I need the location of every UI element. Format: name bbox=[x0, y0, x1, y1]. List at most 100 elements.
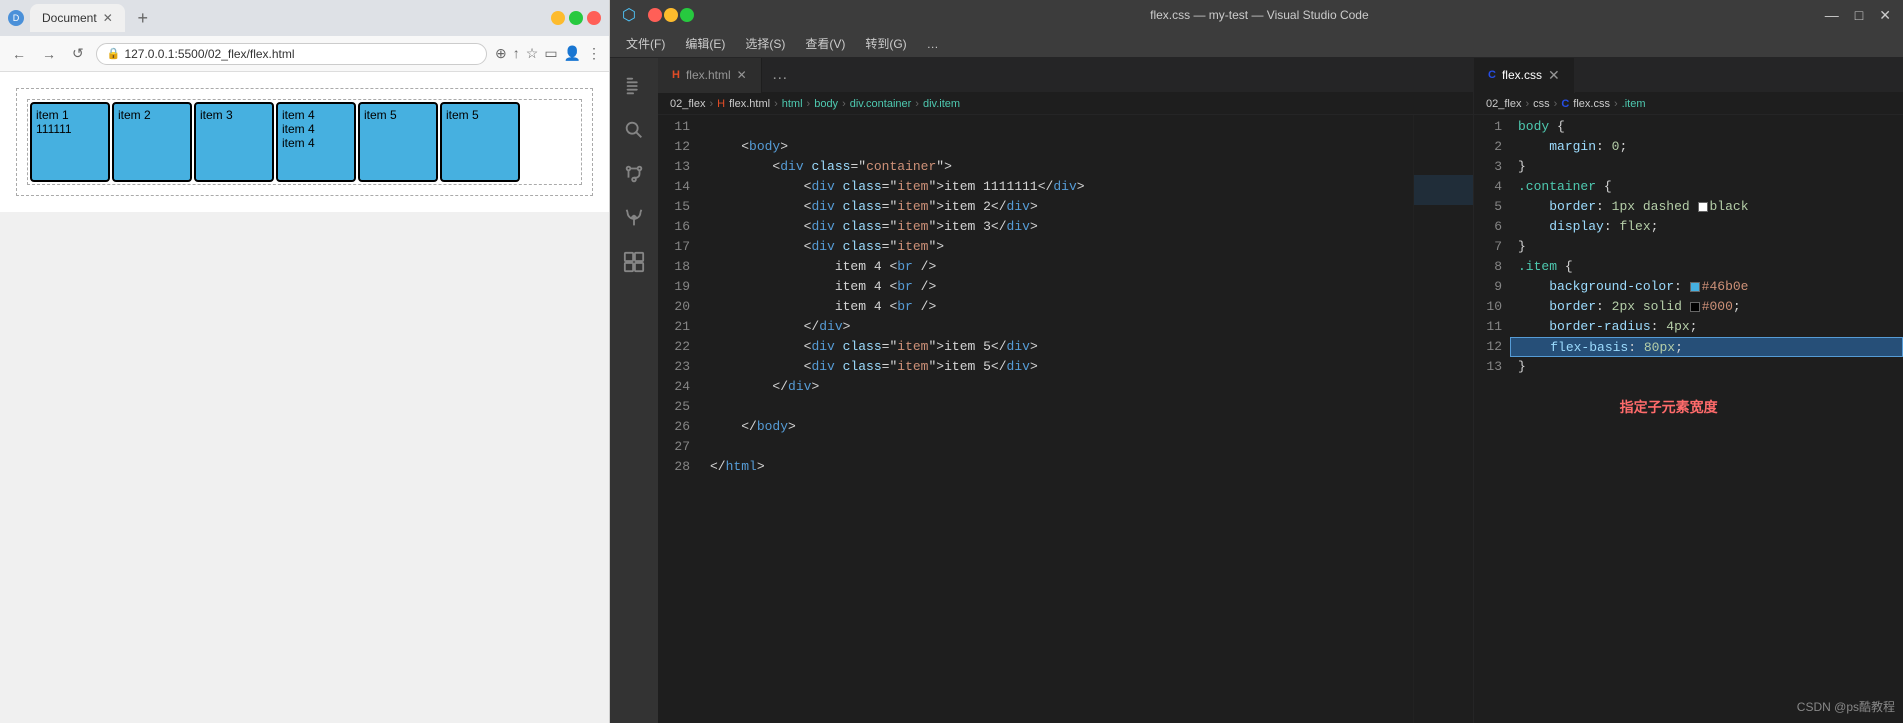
css-code-content[interactable]: body { margin: 0; } .container { border:… bbox=[1510, 115, 1903, 723]
menu-select[interactable]: 选择(S) bbox=[737, 32, 793, 55]
css-tab-icon: C bbox=[1488, 69, 1496, 81]
menu-view[interactable]: 查看(V) bbox=[797, 32, 853, 55]
css-line-5: border: 1px dashed black bbox=[1510, 197, 1903, 217]
html-tab-label: flex.html bbox=[686, 68, 731, 82]
activity-debug[interactable] bbox=[614, 198, 654, 238]
css-bc-css: css bbox=[1533, 98, 1550, 110]
annotation-text: 指定子元素宽度 bbox=[1612, 395, 1726, 419]
flex-item-2: item 2 bbox=[112, 102, 192, 182]
flex-item-1: item 1111111 bbox=[30, 102, 110, 182]
browser-window: D Document ✕ + — □ ✕ ← → ↺ 🔒 127.0.0.1:5… bbox=[0, 0, 610, 723]
browser-tab[interactable]: Document ✕ bbox=[30, 4, 125, 32]
maximize-button[interactable]: □ bbox=[569, 11, 583, 25]
css-line-13: } bbox=[1510, 357, 1903, 377]
window-controls: — □ ✕ bbox=[551, 11, 601, 25]
html-code-editor[interactable]: 11 12 13 14 15 16 17 18 19 20 21 22 23 2… bbox=[658, 115, 1473, 723]
css-line-3: } bbox=[1510, 157, 1903, 177]
vscode-min-btn[interactable] bbox=[664, 8, 678, 22]
code-line-19: item 4 <br /> bbox=[698, 277, 1413, 297]
css-tab-label: flex.css bbox=[1502, 68, 1542, 82]
bc-body: body bbox=[814, 98, 838, 110]
css-line-4: .container { bbox=[1510, 177, 1903, 197]
address-bar[interactable]: 🔒 127.0.0.1:5500/02_flex/flex.html bbox=[96, 43, 487, 65]
code-line-17: <div class="item"> bbox=[698, 237, 1413, 257]
vscode-window-controls-left bbox=[648, 8, 694, 22]
vscode-close-btn[interactable] bbox=[648, 8, 662, 22]
vscode-max-btn[interactable] bbox=[680, 8, 694, 22]
watermark: CSDN @ps酷教程 bbox=[1797, 698, 1895, 715]
css-code-area[interactable]: 1 2 3 4 5 6 7 8 9 10 11 12 13 body { m bbox=[1474, 115, 1903, 723]
code-line-21: </div> bbox=[698, 317, 1413, 337]
code-content[interactable]: <body> <div class="container"> <div clas… bbox=[698, 115, 1413, 723]
html-tab-close[interactable]: ✕ bbox=[737, 68, 747, 82]
vscode-titlebar: ⬡ flex.css — my-test — Visual Studio Cod… bbox=[610, 0, 1903, 30]
html-editor-area: H flex.html ✕ … 02_flex › H flex.html › … bbox=[658, 58, 1473, 723]
code-line-24: </div> bbox=[698, 377, 1413, 397]
bc-sep3: › bbox=[807, 98, 811, 110]
vscode-title: flex.css — my-test — Visual Studio Code bbox=[706, 8, 1813, 22]
tab-close-button[interactable]: ✕ bbox=[103, 11, 113, 25]
css-tab-close[interactable]: ✕ bbox=[1548, 67, 1560, 84]
css-line-6: display: flex; bbox=[1510, 217, 1903, 237]
flex-item-5a: item 5 bbox=[358, 102, 438, 182]
bc-sep5: › bbox=[915, 98, 919, 110]
code-line-26: </body> bbox=[698, 417, 1413, 437]
code-line-13: <div class="container"> bbox=[698, 157, 1413, 177]
activity-explorer[interactable] bbox=[614, 66, 654, 106]
menu-more[interactable]: … bbox=[919, 34, 947, 54]
vscode-restore-icon[interactable]: □ bbox=[1855, 7, 1863, 24]
browser-toolbar: ← → ↺ 🔒 127.0.0.1:5500/02_flex/flex.html… bbox=[0, 36, 609, 72]
activity-search[interactable] bbox=[614, 110, 654, 150]
menu-goto[interactable]: 转到(G) bbox=[857, 32, 914, 55]
new-tab-button[interactable]: + bbox=[131, 6, 155, 30]
css-line-8: .item { bbox=[1510, 257, 1903, 277]
html-tab-icon: H bbox=[672, 69, 680, 81]
toolbar-icons: ⊕ ↑ ☆ ▭ 👤 ⋮ bbox=[495, 45, 601, 62]
bc-02flex: 02_flex bbox=[670, 98, 705, 110]
css-editor-panel: C flex.css ✕ 02_flex › css › C flex.css … bbox=[1473, 58, 1903, 723]
close-button[interactable]: ✕ bbox=[587, 11, 601, 25]
vscode-minimize-icon[interactable]: — bbox=[1825, 7, 1839, 24]
code-line-16: <div class="item">item 3</div> bbox=[698, 217, 1413, 237]
code-line-28: </html> bbox=[698, 457, 1413, 477]
menu-edit[interactable]: 编辑(E) bbox=[677, 32, 733, 55]
vscode-body: H flex.html ✕ … 02_flex › H flex.html › … bbox=[610, 58, 1903, 723]
menu-icon[interactable]: ⋮ bbox=[587, 45, 601, 62]
code-line-11 bbox=[698, 117, 1413, 137]
css-line-10: border: 2px solid #000; bbox=[1510, 297, 1903, 317]
css-tab[interactable]: C flex.css ✕ bbox=[1474, 58, 1575, 93]
activity-git[interactable] bbox=[614, 154, 654, 194]
css-bc-sep1: › bbox=[1525, 98, 1529, 110]
bc-divcontainer: div.container bbox=[850, 98, 912, 110]
flex-preview: item 1111111 item 2 item 3 item 4item 4i… bbox=[16, 88, 593, 196]
tab-title: Document bbox=[42, 11, 97, 25]
code-line-18: item 4 <br /> bbox=[698, 257, 1413, 277]
code-line-25 bbox=[698, 397, 1413, 417]
profile-icon[interactable]: 👤 bbox=[564, 45, 581, 62]
extensions-icon[interactable]: ⊕ bbox=[495, 45, 507, 62]
css-line-7: } bbox=[1510, 237, 1903, 257]
css-line-1: body { bbox=[1510, 117, 1903, 137]
bc-html: html bbox=[782, 98, 803, 110]
minimize-button[interactable]: — bbox=[551, 11, 565, 25]
menu-file[interactable]: 文件(F) bbox=[618, 32, 673, 55]
css-breadcrumb: 02_flex › css › C flex.css › .item bbox=[1474, 93, 1903, 115]
back-button[interactable]: ← bbox=[8, 44, 30, 64]
share-icon[interactable]: ↑ bbox=[513, 45, 520, 62]
bc-divitem: div.item bbox=[923, 98, 960, 110]
sidebar-toggle-icon[interactable]: ▭ bbox=[544, 45, 557, 62]
vscode-close-icon[interactable]: ✕ bbox=[1879, 7, 1891, 24]
preview-area: item 1111111 item 2 item 3 item 4item 4i… bbox=[0, 72, 609, 212]
css-line-12: flex-basis: 80px; bbox=[1510, 337, 1903, 357]
browser-titlebar: D Document ✕ + — □ ✕ bbox=[0, 0, 609, 36]
bc-sep1: › bbox=[709, 98, 713, 110]
activity-extensions[interactable] bbox=[614, 242, 654, 282]
forward-button[interactable]: → bbox=[38, 44, 60, 64]
css-line-11: border-radius: 4px; bbox=[1510, 317, 1903, 337]
html-tab[interactable]: H flex.html ✕ bbox=[658, 58, 762, 93]
css-bc-item: .item bbox=[1622, 98, 1646, 110]
html-breadcrumb: 02_flex › H flex.html › html › body › di… bbox=[658, 93, 1473, 115]
url-display: 127.0.0.1:5500/02_flex/flex.html bbox=[124, 47, 294, 61]
reload-button[interactable]: ↺ bbox=[68, 43, 88, 64]
bookmark-icon[interactable]: ☆ bbox=[526, 45, 539, 62]
